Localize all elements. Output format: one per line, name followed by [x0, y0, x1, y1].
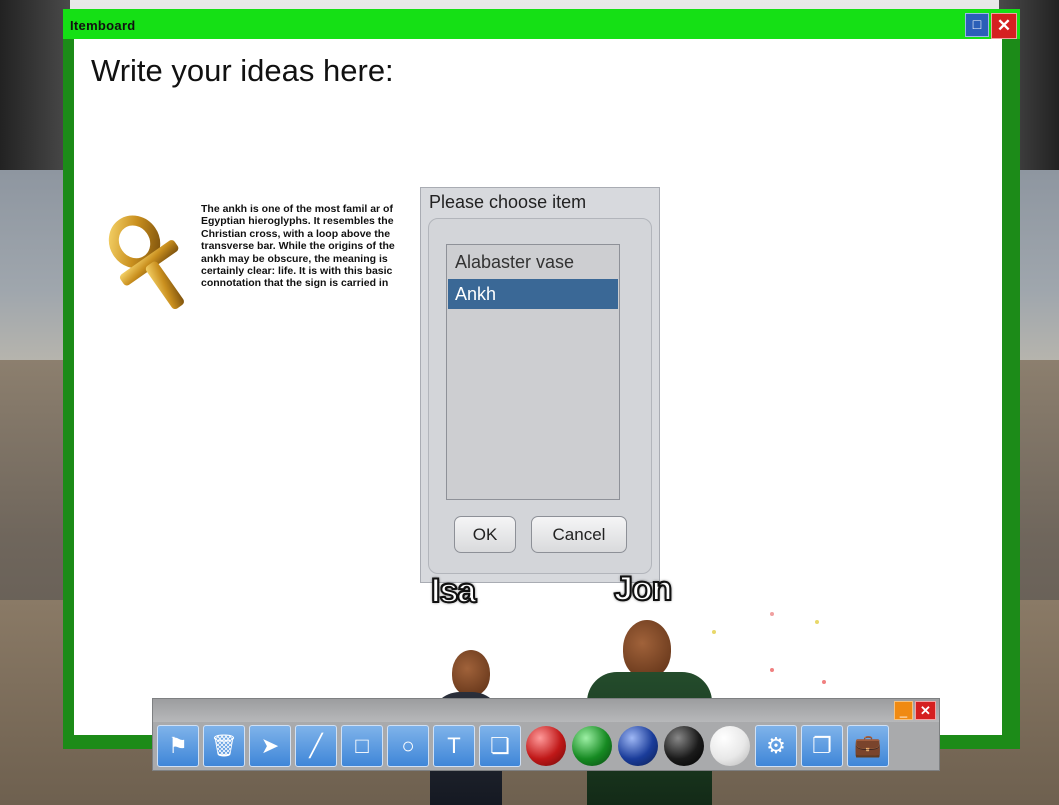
- list-item[interactable]: Alabaster vase: [448, 247, 618, 277]
- sparkle: [822, 680, 826, 684]
- settings-gear-icon[interactable]: ⚙: [755, 725, 797, 767]
- board-heading: Write your ideas here:: [91, 53, 394, 88]
- pointer-icon[interactable]: ➤: [249, 725, 291, 767]
- ankh-icon[interactable]: [95, 209, 205, 319]
- list-item-selected[interactable]: Ankh: [448, 279, 618, 309]
- color-red-button[interactable]: [525, 725, 567, 767]
- color-blue-button[interactable]: [617, 725, 659, 767]
- restore-icon[interactable]: □: [965, 13, 989, 37]
- flag-icon[interactable]: ⚑: [157, 725, 199, 767]
- avatar-head: [623, 620, 671, 678]
- bag-icon[interactable]: 💼: [847, 725, 889, 767]
- title-bar[interactable]: Itemboard □ ✕: [63, 9, 1020, 39]
- item-list[interactable]: Alabaster vase Ankh: [446, 244, 620, 500]
- tool-row: ⚑ 🗑 ➤ ╱ □ ○ T ❏ ⚙ ❐ 💼: [157, 725, 889, 767]
- rectangle-icon[interactable]: □: [341, 725, 383, 767]
- dialog-title: Please choose item: [429, 192, 587, 212]
- sparkle: [815, 620, 819, 624]
- avatar-head: [452, 650, 490, 696]
- black-orb-icon: [664, 726, 704, 766]
- text-icon[interactable]: T: [433, 725, 475, 767]
- blue-orb-icon: [618, 726, 658, 766]
- close-icon[interactable]: ✕: [991, 13, 1017, 39]
- trash-icon[interactable]: 🗑: [203, 725, 245, 767]
- color-black-button[interactable]: [663, 725, 705, 767]
- white-orb-icon: [710, 726, 750, 766]
- color-white-button[interactable]: [709, 725, 751, 767]
- sparkle: [770, 612, 774, 616]
- close-icon[interactable]: ✕: [915, 701, 936, 720]
- roof-beam-left: [0, 0, 70, 170]
- circle-icon[interactable]: ○: [387, 725, 429, 767]
- choose-item-dialog: Please choose item Alabaster vase Ankh O…: [420, 187, 660, 583]
- pages-icon[interactable]: ❐: [801, 725, 843, 767]
- minimize-icon[interactable]: _: [894, 701, 913, 720]
- red-orb-icon: [526, 726, 566, 766]
- color-green-button[interactable]: [571, 725, 613, 767]
- copy-icon[interactable]: ❏: [479, 725, 521, 767]
- line-icon[interactable]: ╱: [295, 725, 337, 767]
- sparkle: [712, 630, 716, 634]
- sparkle: [770, 668, 774, 672]
- toolbar-titlebar[interactable]: _ ✕: [153, 699, 939, 722]
- green-orb-icon: [572, 726, 612, 766]
- ankh-description: The ankh is one of the most famil ar of …: [201, 203, 395, 290]
- drawing-toolbar: _ ✕ ⚑ 🗑 ➤ ╱ □ ○ T ❏ ⚙ ❐ 💼: [152, 698, 940, 771]
- avatar-name-isa: Isa: [430, 571, 477, 611]
- cancel-button[interactable]: Cancel: [531, 516, 627, 553]
- window-title: Itemboard: [70, 18, 136, 33]
- ok-button[interactable]: OK: [454, 516, 516, 553]
- avatar-name-jon: Jon: [613, 569, 673, 609]
